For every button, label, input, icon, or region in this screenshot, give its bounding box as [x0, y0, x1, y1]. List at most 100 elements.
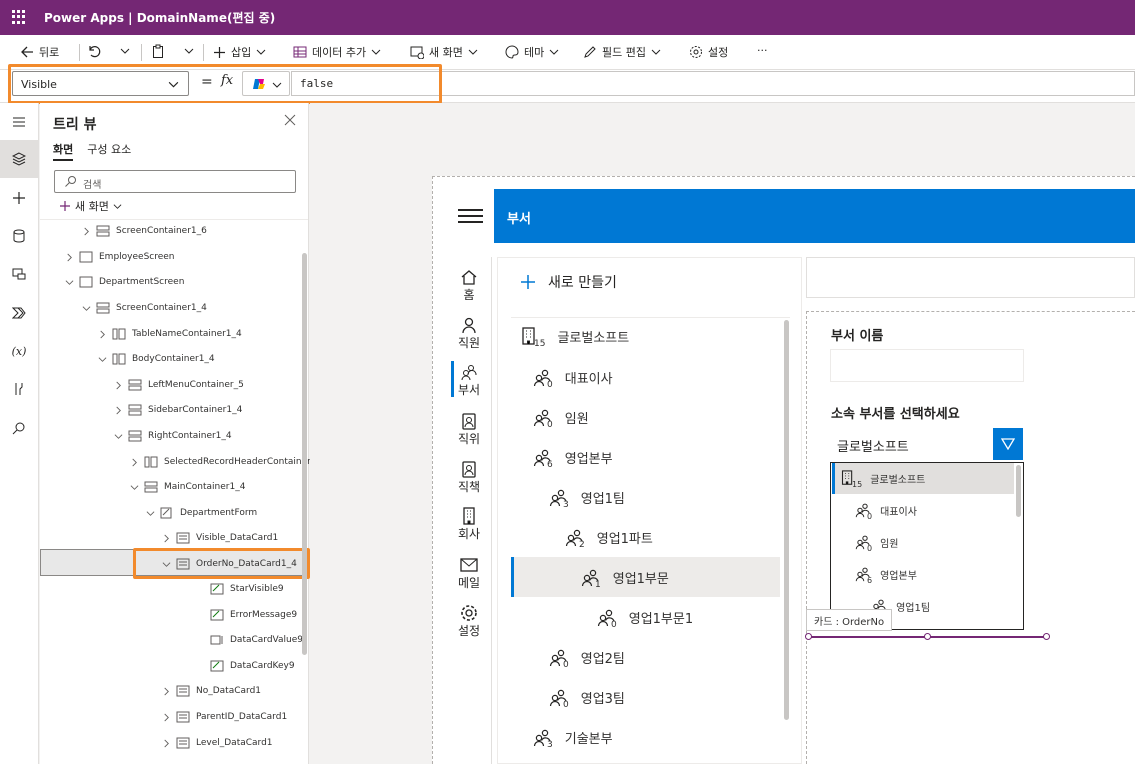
- department-list-item[interactable]: 15 글로벌소프트: [520, 316, 629, 356]
- undo-button[interactable]: [87, 44, 130, 58]
- tree-chevron[interactable]: [113, 381, 123, 390]
- tree-chevron[interactable]: [64, 278, 74, 287]
- tree-item[interactable]: TableNameContainer1_4: [97, 323, 242, 345]
- new-screen-button[interactable]: 새 화면: [59, 198, 122, 214]
- tree-item[interactable]: BodyContainer1_4: [97, 348, 215, 370]
- tree-chevron[interactable]: [161, 713, 171, 722]
- tree-item[interactable]: DepartmentForm: [145, 502, 257, 524]
- text-input-icon: [210, 635, 223, 645]
- tree-chevron[interactable]: [81, 304, 91, 313]
- department-list-item[interactable]: 0 영업2팀: [549, 637, 625, 677]
- tree-chevron[interactable]: [129, 483, 139, 492]
- dropdown-option[interactable]: 0 대표이사: [855, 494, 917, 526]
- tree-item[interactable]: DataCardKey9: [195, 655, 295, 677]
- tree-item[interactable]: No_DataCard1: [161, 680, 261, 702]
- left-menu-item[interactable]: 직책: [446, 460, 492, 495]
- resize-handle[interactable]: [924, 633, 931, 640]
- department-list-item[interactable]: 1 영업1부문: [581, 557, 669, 597]
- tree-item[interactable]: StarVisible9: [195, 578, 284, 600]
- tree-item[interactable]: DepartmentScreen: [64, 271, 184, 293]
- tree-chevron[interactable]: [97, 330, 107, 339]
- edit-fields-button[interactable]: 필드 편집: [583, 44, 661, 60]
- tree-item[interactable]: Level_DataCard1: [161, 732, 273, 754]
- department-list-item[interactable]: 3 기술본부: [533, 717, 613, 757]
- left-menu-item[interactable]: 회사: [446, 507, 492, 542]
- tree-item[interactable]: ErrorMessage9: [195, 604, 297, 626]
- left-menu-item[interactable]: 직위: [446, 412, 492, 447]
- tree-item[interactable]: DataCardValue9: [195, 629, 303, 651]
- department-list-item[interactable]: 0 임원: [533, 397, 589, 437]
- dropdown-option[interactable]: 6 영업본부: [855, 558, 917, 590]
- tree-chevron[interactable]: [113, 432, 123, 441]
- tree-item[interactable]: ParentID_DataCard1: [161, 706, 287, 728]
- chevron-down-icon: [184, 48, 194, 54]
- tree-chevron[interactable]: [113, 406, 123, 415]
- department-list-item[interactable]: 2 영업1파트: [565, 517, 653, 557]
- hamburger-icon[interactable]: [458, 209, 483, 224]
- power-automate-icon[interactable]: [0, 294, 38, 332]
- tree-item[interactable]: SelectedRecordHeaderContainer1_4: [129, 451, 327, 473]
- add-data-button[interactable]: 데이터 추가: [293, 44, 381, 60]
- tree-item[interactable]: RightContainer1_4: [113, 425, 232, 447]
- left-menu-item[interactable]: 메일: [446, 556, 492, 591]
- sidebar-scrollbar[interactable]: [784, 320, 789, 720]
- tree-chevron[interactable]: [97, 355, 107, 364]
- menu-icon[interactable]: [0, 103, 38, 141]
- more-button[interactable]: ···: [757, 44, 768, 57]
- tab-screens[interactable]: 화면: [53, 141, 74, 161]
- new-record-button[interactable]: 새로 만들기: [520, 272, 617, 292]
- app-launcher-icon[interactable]: [12, 10, 26, 24]
- data-card-icon: [176, 685, 190, 697]
- paste-button[interactable]: [151, 44, 194, 58]
- theme-button[interactable]: 테마: [505, 44, 559, 60]
- tree-item-label: ScreenContainer1_6: [116, 226, 207, 236]
- tree-chevron[interactable]: [161, 687, 171, 696]
- tree-chevron[interactable]: [81, 227, 91, 236]
- left-menu-item[interactable]: 직원: [446, 316, 492, 351]
- tree-item[interactable]: LeftMenuContainer_5: [113, 374, 244, 396]
- media-icon[interactable]: [0, 255, 38, 293]
- tree-item[interactable]: MainContainer1_4: [129, 476, 245, 498]
- tools-icon[interactable]: [0, 370, 38, 408]
- department-list-item[interactable]: 0 대표이사: [533, 357, 613, 397]
- insert-icon[interactable]: [0, 179, 38, 217]
- tree-item-icon: [128, 404, 142, 416]
- department-list-item[interactable]: 3 영업1팀: [549, 477, 625, 517]
- insert-button[interactable]: 삽입: [213, 44, 266, 60]
- department-name-input[interactable]: [830, 349, 1024, 382]
- tree-item[interactable]: ScreenContainer1_6: [81, 220, 207, 242]
- tab-components[interactable]: 구성 요소: [87, 141, 131, 161]
- left-menu-item[interactable]: 설정: [446, 604, 492, 639]
- resize-handle[interactable]: [805, 633, 812, 640]
- new-screen-button[interactable]: 새 화면: [410, 44, 478, 60]
- tree-scrollbar[interactable]: [302, 253, 307, 655]
- dropdown-toggle-button[interactable]: [993, 428, 1023, 460]
- tree-item[interactable]: ScreenContainer1_4: [81, 297, 207, 319]
- department-list-item[interactable]: 0 영업1부문1: [597, 597, 693, 637]
- resize-handle[interactable]: [1043, 633, 1050, 640]
- tree-search-input[interactable]: 검색: [54, 170, 296, 193]
- tree-chevron[interactable]: [161, 739, 171, 748]
- back-button[interactable]: 뒤로: [20, 44, 59, 60]
- tree-chevron[interactable]: [64, 253, 74, 262]
- tree-item[interactable]: SidebarContainer1_4: [113, 399, 242, 421]
- dropdown-option[interactable]: 0 임원: [855, 526, 899, 558]
- dropdown-option[interactable]: 15 글로벌소프트: [840, 462, 925, 494]
- settings-button[interactable]: 설정: [689, 44, 728, 60]
- search-icon[interactable]: [0, 409, 38, 447]
- department-list-item[interactable]: 0 영업3팀: [549, 677, 625, 717]
- tree-item-icon: [96, 302, 110, 314]
- database-icon[interactable]: [0, 217, 38, 255]
- dropdown-scrollbar[interactable]: [1016, 465, 1021, 517]
- layers-icon[interactable]: [0, 140, 38, 178]
- tree-chevron[interactable]: [161, 534, 171, 543]
- tree-chevron[interactable]: [129, 458, 139, 467]
- tree-item[interactable]: EmployeeScreen: [64, 246, 175, 268]
- variables-icon[interactable]: (x): [0, 332, 38, 370]
- department-list-item[interactable]: 6 영업본부: [533, 437, 613, 477]
- close-icon[interactable]: [284, 114, 296, 126]
- tree-item[interactable]: Visible_DataCard1: [161, 527, 278, 549]
- tree-chevron[interactable]: [145, 509, 155, 518]
- left-menu-item[interactable]: 부서: [446, 363, 492, 398]
- left-menu-item[interactable]: 홈: [446, 268, 492, 303]
